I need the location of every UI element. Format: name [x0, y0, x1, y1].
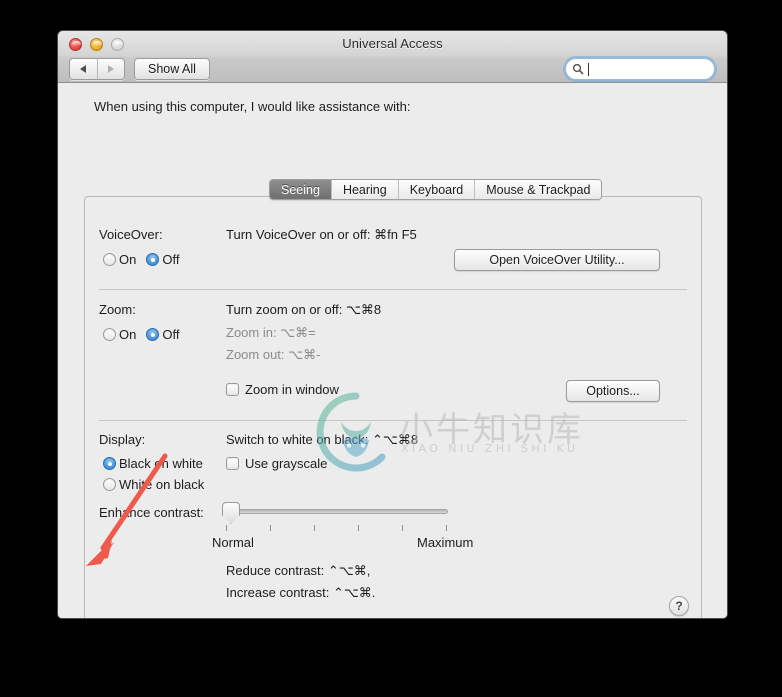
- seeing-tabbar[interactable]: Seeing Hearing Keyboard Mouse & Trackpad: [269, 179, 603, 200]
- zoom-in-window-checkbox[interactable]: Zoom in window: [226, 382, 339, 397]
- search-icon: [572, 63, 584, 75]
- slider-tick: [402, 525, 403, 531]
- nav-segmented-control[interactable]: [69, 58, 125, 80]
- divider-zoom-display: [99, 420, 687, 421]
- use-grayscale-label: Use grayscale: [245, 456, 328, 471]
- tab-keyboard[interactable]: Keyboard: [398, 180, 476, 199]
- voiceover-radio-group[interactable]: On Off: [103, 252, 179, 267]
- voiceover-label: VoiceOver:: [99, 227, 163, 242]
- enhance-contrast-label: Enhance contrast:: [99, 505, 204, 520]
- universal-access-window: Universal Access Show All When using thi…: [57, 30, 728, 619]
- zoom-radio-group[interactable]: On Off: [103, 327, 179, 342]
- seeing-panel: VoiceOver: Turn VoiceOver on or off: ⌘fn…: [84, 196, 702, 618]
- use-grayscale-checkbox[interactable]: Use grayscale: [226, 456, 327, 471]
- slider-tick: [314, 525, 315, 531]
- forward-button[interactable]: [98, 59, 125, 79]
- display-radio-black-on-white[interactable]: Black on white: [103, 456, 203, 471]
- slider-min-label: Normal: [212, 535, 254, 550]
- contrast-slider-track[interactable]: [226, 509, 448, 514]
- voiceover-radio-on[interactable]: On: [103, 252, 136, 267]
- display-radio-group[interactable]: Black on white White on black: [103, 456, 204, 492]
- search-input[interactable]: [589, 59, 714, 79]
- window-body: When using this computer, I would like a…: [58, 83, 727, 618]
- zoom-in-window-label: Zoom in window: [245, 382, 339, 397]
- zoom-out-shortcut: Zoom out: ⌥⌘-: [226, 347, 321, 362]
- triangle-right-icon: [107, 65, 114, 73]
- zoom-description: Turn zoom on or off: ⌥⌘8: [226, 302, 382, 317]
- zoom-label: Zoom:: [99, 302, 136, 317]
- slider-tick: [270, 525, 271, 531]
- open-voiceover-utility-button[interactable]: Open VoiceOver Utility...: [454, 249, 660, 271]
- voiceover-radio-off[interactable]: Off: [146, 252, 179, 267]
- tab-seeing[interactable]: Seeing: [270, 180, 332, 199]
- show-all-button[interactable]: Show All: [134, 58, 210, 80]
- voiceover-radio-on-label: On: [119, 252, 137, 267]
- slider-max-label: Maximum: [417, 535, 474, 550]
- intro-text: When using this computer, I would like a…: [94, 99, 411, 114]
- zoom-radio-off-label: Off: [162, 327, 180, 342]
- increase-contrast-shortcut: Increase contrast: ⌃⌥⌘.: [226, 585, 376, 600]
- zoom-radio-off[interactable]: Off: [146, 327, 179, 342]
- display-description: Switch to white on black: ⌃⌥⌘8: [226, 432, 419, 447]
- radio-indicator-off-state-icon: [103, 328, 116, 341]
- tab-mouse-trackpad[interactable]: Mouse & Trackpad: [475, 180, 602, 199]
- contrast-slider-thumb[interactable]: [222, 502, 240, 524]
- checkbox-unchecked-icon: [226, 383, 239, 396]
- divider-voiceover-zoom: [99, 289, 687, 290]
- zoom-options-button[interactable]: Options...: [566, 380, 660, 402]
- display-radio-white-on-black[interactable]: White on black: [103, 477, 204, 492]
- radio-indicator-selected-icon: [146, 328, 160, 341]
- display-label: Display:: [99, 432, 146, 447]
- back-button[interactable]: [70, 59, 98, 79]
- checkbox-unchecked-icon: [226, 457, 239, 470]
- radio-indicator-selected-icon: [146, 253, 160, 266]
- radio-indicator-selected-icon: [103, 457, 116, 470]
- voiceover-radio-off-label: Off: [162, 252, 180, 267]
- display-radio-white-on-black-label: White on black: [119, 477, 205, 492]
- display-radio-black-on-white-label: Black on white: [119, 456, 203, 471]
- voiceover-description: Turn VoiceOver on or off: ⌘fn F5: [226, 227, 417, 242]
- zoom-radio-on[interactable]: On: [103, 327, 136, 342]
- help-button[interactable]: ?: [669, 596, 689, 616]
- screenshot-root: Universal Access Show All When using thi…: [0, 0, 782, 697]
- radio-indicator-off-state-icon: [103, 478, 116, 491]
- zoom-in-shortcut: Zoom in: ⌥⌘=: [226, 325, 316, 340]
- zoom-radio-on-label: On: [119, 327, 137, 342]
- radio-indicator-off-state-icon: [103, 253, 116, 266]
- slider-tick: [226, 525, 227, 531]
- triangle-left-icon: [80, 65, 87, 73]
- window-titlebar: Universal Access Show All: [58, 31, 727, 83]
- reduce-contrast-shortcut: Reduce contrast: ⌃⌥⌘,: [226, 563, 371, 578]
- slider-tick: [358, 525, 359, 531]
- search-field[interactable]: [565, 58, 715, 80]
- tab-hearing[interactable]: Hearing: [331, 180, 399, 199]
- window-title: Universal Access: [342, 36, 443, 51]
- slider-tick: [446, 525, 447, 531]
